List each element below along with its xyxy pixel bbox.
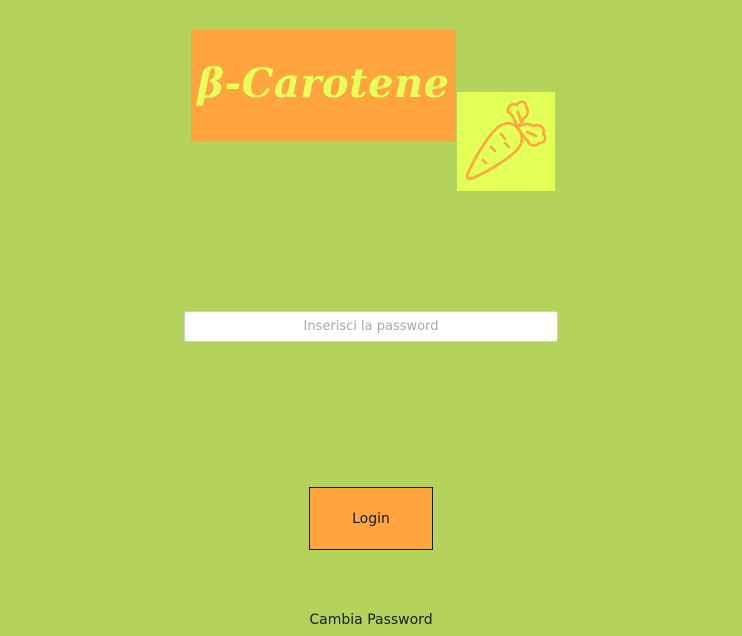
logo-title-box: β-Carotene	[191, 30, 456, 141]
app-logo-title: β-Carotene	[197, 60, 450, 107]
login-button[interactable]: Login	[309, 487, 433, 550]
change-password-link[interactable]: Cambia Password	[0, 612, 742, 628]
carrot-icon	[465, 100, 547, 181]
password-input[interactable]	[184, 311, 558, 342]
logo-icon-box	[457, 92, 555, 191]
